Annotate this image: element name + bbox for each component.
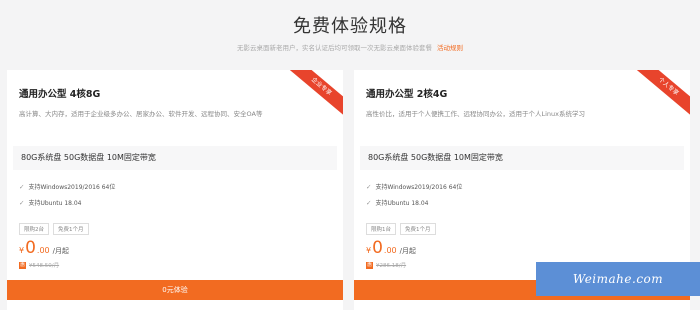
card-description: 高计算、大内存，适用于企业级多办公、居家办公、软件开发、远程协同、安全OA等 [19,110,263,118]
check-icon: ✓ [366,182,372,191]
price: ¥ 0 .00 /月起 [366,238,416,258]
activity-rules-link[interactable]: 活动规则 [437,44,463,52]
feature-label: 支持Ubuntu 18.04 [28,200,82,207]
purchase-limit-tag: 限购1台 [366,223,396,235]
subtitle-text: 无影云桌面新老用户，实名认证后均可领取一次无影云桌面体验套餐 [236,44,432,52]
free-period-tag: 免费1个月 [53,223,89,235]
check-icon: ✓ [19,182,25,191]
original-price: 惠 ¥548.50/月 [19,261,59,269]
price-amount: 0 [25,238,36,258]
price-decimal: .00 [383,246,397,255]
feature-label: 支持Windows2019/2016 64位 [375,184,463,191]
original-price: 惠 ¥286.18/月 [366,261,406,269]
feature-item: ✓ 支持Ubuntu 18.04 [19,198,82,208]
page-title: 免费体验规格 [293,16,407,37]
card-title: 通用办公型 4核8G [19,89,101,100]
check-icon: ✓ [19,198,25,207]
purchase-limit-tag: 限购2台 [19,223,49,235]
price: ¥ 0 .00 /月起 [19,238,69,258]
card-description: 高性价比，适用于个人便携工作、远程协同办公，适用于个人Linux系统学习 [366,110,586,118]
feature-label: 支持Windows2019/2016 64位 [28,184,116,191]
price-currency: ¥ [366,246,372,255]
tag-list: 限购1台 免费1个月 [366,223,436,235]
feature-item: ✓ 支持Windows2019/2016 64位 [366,182,463,192]
feature-item: ✓ 支持Windows2019/2016 64位 [19,182,116,192]
price-decimal: .00 [36,246,50,255]
free-period-tag: 免费1个月 [400,223,436,235]
plan-card-4c8g: 企业专享 通用办公型 4核8G 高计算、大内存，适用于企业级多办公、居家办公、软… [7,70,343,310]
card-title: 通用办公型 2核4G [366,89,448,100]
coupon-icon: 惠 [366,261,373,269]
original-price-value: ¥286.18/月 [376,263,407,269]
page-subtitle: 无影云桌面新老用户，实名认证后均可领取一次无影云桌面体验套餐 活动规则 [0,42,700,52]
price-unit: /月起 [399,247,417,255]
price-unit: /月起 [52,247,70,255]
watermark-logo: Weimahe.com [536,262,700,296]
original-price-value: ¥548.50/月 [29,263,60,269]
spec-box: 80G系统盘 50G数据盘 10M固定带宽 [360,146,684,170]
coupon-icon: 惠 [19,261,26,269]
spec-box: 80G系统盘 50G数据盘 10M固定带宽 [13,146,337,170]
tag-list: 限购2台 免费1个月 [19,223,89,235]
feature-label: 支持Ubuntu 18.04 [375,200,429,207]
check-icon: ✓ [366,198,372,207]
free-trial-button[interactable]: 0元体验 [7,280,343,300]
price-currency: ¥ [19,246,25,255]
feature-item: ✓ 支持Ubuntu 18.04 [366,198,429,208]
price-amount: 0 [372,238,383,258]
